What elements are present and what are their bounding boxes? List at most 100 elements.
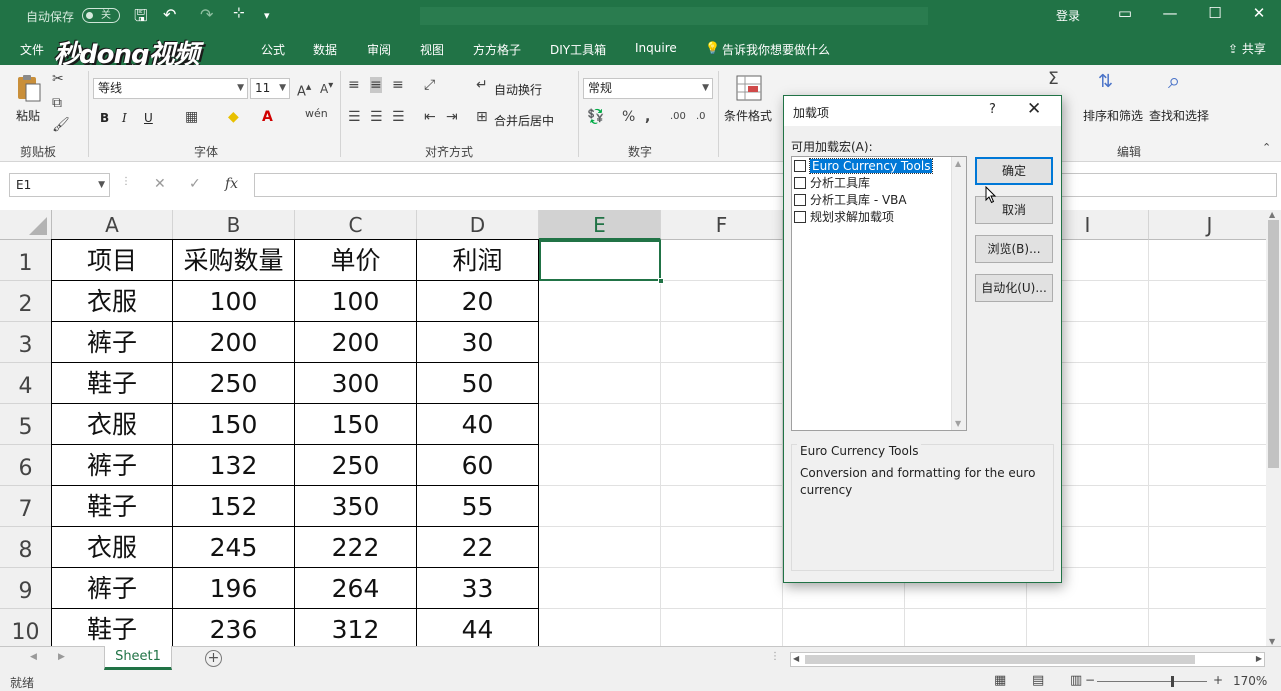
row-header[interactable]: 7 [0, 486, 52, 527]
list-item[interactable]: 规划求解加载项 [794, 210, 946, 226]
tab-review[interactable]: 审阅 [367, 41, 391, 58]
cell-G10[interactable] [783, 609, 905, 646]
cell-E3[interactable] [539, 322, 661, 363]
scroll-left-icon[interactable]: ◀ [793, 654, 799, 663]
paste-icon[interactable] [14, 73, 44, 103]
addins-list[interactable]: Euro Currency Tools 分析工具库 分析工具库 - VBA 规划… [791, 156, 967, 431]
scroll-down-icon[interactable]: ▼ [955, 419, 961, 428]
ribbon-display-icon[interactable]: ▭ [1110, 4, 1140, 22]
page-break-icon[interactable]: ▥ [1070, 673, 1082, 688]
list-scrollbar[interactable]: ▲ ▼ [951, 157, 966, 430]
redo-icon[interactable]: ↷ [200, 5, 213, 24]
cell-F3[interactable] [661, 322, 783, 363]
tab-data[interactable]: 数据 [313, 41, 337, 58]
cell-A7[interactable]: 鞋子 [51, 485, 173, 527]
cell-D5[interactable]: 40 [416, 403, 539, 445]
horizontal-scrollbar[interactable]: ◀ ▶ [790, 652, 1265, 667]
checkbox[interactable] [794, 194, 806, 206]
list-item[interactable]: 分析工具库 - VBA [794, 193, 946, 209]
cell-J8[interactable] [1149, 527, 1266, 568]
cell-J9[interactable] [1149, 568, 1266, 609]
cell-D7[interactable]: 55 [416, 485, 539, 527]
conditional-format-button[interactable]: 条件格式 [724, 107, 772, 124]
scroll-thumb[interactable] [1268, 220, 1279, 468]
column-header[interactable]: J [1149, 210, 1266, 240]
cell-J4[interactable] [1149, 363, 1266, 404]
cell-D3[interactable]: 30 [416, 321, 539, 363]
format-painter-icon[interactable]: 🖌 [52, 117, 70, 133]
cell-F4[interactable] [661, 363, 783, 404]
cell-A2[interactable]: 衣服 [51, 280, 173, 322]
cell-H10[interactable] [905, 609, 1027, 646]
cell-F5[interactable] [661, 404, 783, 445]
cell-C3[interactable]: 200 [294, 321, 417, 363]
cell-B10[interactable]: 236 [172, 608, 295, 646]
add-sheet-icon[interactable]: + [205, 650, 222, 667]
row-header[interactable]: 9 [0, 568, 52, 609]
align-right-icon[interactable]: ☰ [392, 109, 405, 125]
font-color-icon[interactable]: A [262, 109, 273, 125]
column-header[interactable]: A [52, 210, 173, 240]
align-middle-icon[interactable]: ≡ [370, 77, 382, 93]
cell-F10[interactable] [661, 609, 783, 646]
find-icon[interactable]: ⌕ [1168, 69, 1180, 94]
cell-E4[interactable] [539, 363, 661, 404]
cell-B5[interactable]: 150 [172, 403, 295, 445]
row-header[interactable]: 10 [0, 609, 52, 646]
wrap-text-icon[interactable]: ↵ [476, 77, 488, 93]
align-bottom-icon[interactable]: ≡ [392, 77, 404, 93]
help-button[interactable]: ? [989, 102, 996, 117]
wrap-text-button[interactable]: 自动换行 [494, 81, 542, 98]
cell-D2[interactable]: 20 [416, 280, 539, 322]
tree-icon[interactable]: ⊹ [233, 5, 245, 21]
cell-J5[interactable] [1149, 404, 1266, 445]
cell-F6[interactable] [661, 445, 783, 486]
cell-F1[interactable] [661, 240, 783, 281]
login-link[interactable]: 登录 [1056, 7, 1080, 24]
collapse-ribbon-icon[interactable]: ⌃ [1262, 141, 1271, 154]
cell-A5[interactable]: 衣服 [51, 403, 173, 445]
tell-me-search[interactable]: 告诉我你想要做什么 [722, 41, 830, 58]
cell-F2[interactable] [661, 281, 783, 322]
cell-D8[interactable]: 22 [416, 526, 539, 568]
cell-A9[interactable]: 裤子 [51, 567, 173, 609]
cell-F7[interactable] [661, 486, 783, 527]
phonetic-icon[interactable]: wén [305, 107, 328, 120]
cell-E7[interactable] [539, 486, 661, 527]
cell-C9[interactable]: 264 [294, 567, 417, 609]
increase-indent-icon[interactable]: ⇥ [446, 109, 458, 125]
cell-C1[interactable]: 单价 [294, 239, 417, 281]
undo-icon[interactable]: ↶ [163, 5, 176, 24]
maximize-icon[interactable]: ☐ [1200, 4, 1230, 22]
cell-D1[interactable]: 利润 [416, 239, 539, 281]
scroll-up-icon[interactable]: ▲ [1269, 210, 1275, 219]
cut-icon[interactable]: ✂ [52, 71, 64, 87]
cell-J2[interactable] [1149, 281, 1266, 322]
cell-C4[interactable]: 300 [294, 362, 417, 404]
zoom-level[interactable]: 170% [1233, 674, 1267, 688]
row-header[interactable]: 4 [0, 363, 52, 404]
window-close-icon[interactable]: ✕ [1244, 4, 1274, 22]
sort-filter-icon[interactable]: ⇅ [1098, 71, 1113, 92]
underline-button[interactable]: U [144, 111, 153, 125]
percent-icon[interactable]: % [622, 109, 635, 125]
column-header[interactable]: C [295, 210, 417, 240]
cell-B9[interactable]: 196 [172, 567, 295, 609]
cell-B1[interactable]: 采购数量 [172, 239, 295, 281]
spreadsheet-grid[interactable]: ABCDEFGHIJ1项目采购数量单价利润2衣服100100203裤子20020… [0, 210, 1266, 646]
cell-C5[interactable]: 150 [294, 403, 417, 445]
cell-J7[interactable] [1149, 486, 1266, 527]
confirm-entry-icon[interactable]: ✓ [189, 176, 201, 192]
ok-button[interactable]: 确定 [975, 157, 1053, 185]
italic-button[interactable]: I [122, 111, 127, 125]
next-sheet-icon[interactable]: ▶ [58, 652, 65, 662]
autosave-toggle[interactable]: 关 [82, 8, 120, 23]
cell-D9[interactable]: 33 [416, 567, 539, 609]
conditional-format-icon[interactable] [734, 73, 764, 103]
checkbox[interactable] [794, 160, 806, 172]
tab-inquire[interactable]: Inquire [635, 41, 677, 55]
increase-decimal-icon[interactable]: .00 [670, 111, 686, 122]
cell-A4[interactable]: 鞋子 [51, 362, 173, 404]
cell-E8[interactable] [539, 527, 661, 568]
zoom-out-icon[interactable]: − [1085, 673, 1095, 687]
